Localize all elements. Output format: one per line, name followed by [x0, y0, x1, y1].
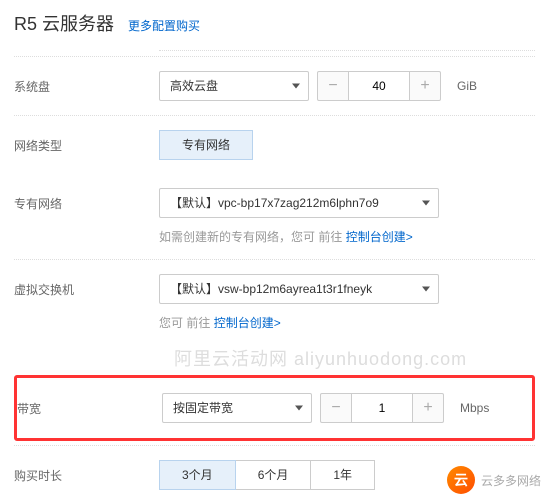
vswitch-hint-text: 您可 前往	[159, 316, 210, 330]
bandwidth-highlight-box: 带宽 按固定带宽 − + Mbps	[14, 375, 535, 441]
bandwidth-stepper: − +	[320, 393, 444, 423]
config-form: 系统盘 高效云盘 − + GiB 网络类型 专有网络 专有网络 【默认】vpc-…	[0, 44, 549, 504]
vpc-console-create-link[interactable]: 控制台创建>	[346, 230, 413, 244]
duration-option-1[interactable]: 6个月	[236, 460, 312, 490]
chevron-down-icon	[422, 201, 430, 206]
bandwidth-mode-select[interactable]: 按固定带宽	[162, 393, 312, 423]
disk-size-input[interactable]	[349, 71, 409, 101]
watermark-logo-icon: 云	[447, 466, 475, 494]
system-disk-label: 系统盘	[14, 78, 159, 95]
system-disk-type-value: 高效云盘	[170, 79, 218, 93]
system-disk-size-stepper: − +	[317, 71, 441, 101]
bandwidth-unit: Mbps	[460, 401, 489, 415]
disk-size-unit: GiB	[457, 79, 477, 93]
chevron-down-icon	[292, 84, 300, 89]
vswitch-label: 虚拟交换机	[14, 281, 159, 298]
row-system-disk: 系统盘 高效云盘 − + GiB	[14, 56, 535, 115]
row-network-type: 网络类型 专有网络	[14, 115, 535, 174]
vpc-label: 专有网络	[14, 195, 159, 212]
watermark-corner: 云 云多多网络	[447, 466, 541, 494]
chevron-down-icon	[295, 406, 303, 411]
bandwidth-input[interactable]	[352, 393, 412, 423]
page-header: R5 云服务器 更多配置购买	[0, 0, 549, 44]
vswitch-console-create-link[interactable]: 控制台创建>	[214, 316, 281, 330]
bandwidth-mode-value: 按固定带宽	[173, 401, 233, 415]
watermark-corner-text: 云多多网络	[481, 472, 541, 489]
vpc-select[interactable]: 【默认】vpc-bp17x7zag212m6lphn7o9	[159, 188, 439, 218]
disk-size-minus-button[interactable]: −	[317, 71, 349, 101]
row-hidden-top	[14, 44, 535, 56]
vpc-hint-text: 如需创建新的专有网络，您可 前往	[159, 230, 342, 244]
more-config-link[interactable]: 更多配置购买	[128, 17, 200, 34]
row-bandwidth: 带宽 按固定带宽 − + Mbps	[17, 388, 532, 428]
row-vswitch: 虚拟交换机 【默认】vsw-bp12m6ayrea1t3r1fneyk	[14, 259, 535, 308]
disk-size-plus-button[interactable]: +	[409, 71, 441, 101]
bandwidth-minus-button[interactable]: −	[320, 393, 352, 423]
chevron-down-icon	[422, 287, 430, 292]
vpc-hint: 如需创建新的专有网络，您可 前往 控制台创建>	[14, 222, 535, 259]
bandwidth-plus-button[interactable]: +	[412, 393, 444, 423]
vpc-selected-value: 【默认】vpc-bp17x7zag212m6lphn7o9	[170, 196, 379, 210]
vswitch-hint: 您可 前往 控制台创建>	[14, 308, 535, 345]
duration-label: 购买时长	[14, 467, 159, 484]
page-title: R5 云服务器	[14, 10, 114, 36]
vswitch-select[interactable]: 【默认】vsw-bp12m6ayrea1t3r1fneyk	[159, 274, 439, 304]
bandwidth-label: 带宽	[17, 400, 162, 417]
duration-option-2[interactable]: 1年	[311, 460, 375, 490]
row-vpc: 专有网络 【默认】vpc-bp17x7zag212m6lphn7o9	[14, 174, 535, 222]
vswitch-selected-value: 【默认】vsw-bp12m6ayrea1t3r1fneyk	[170, 282, 372, 296]
duration-option-0[interactable]: 3个月	[159, 460, 236, 490]
watermark-ghost-text: 阿里云活动网 aliyunhuodong.com	[14, 345, 535, 371]
network-type-vpc-button[interactable]: 专有网络	[159, 130, 253, 160]
duration-segment-group: 3个月 6个月 1年	[159, 460, 375, 490]
system-disk-type-select[interactable]: 高效云盘	[159, 71, 309, 101]
network-type-label: 网络类型	[14, 137, 159, 154]
